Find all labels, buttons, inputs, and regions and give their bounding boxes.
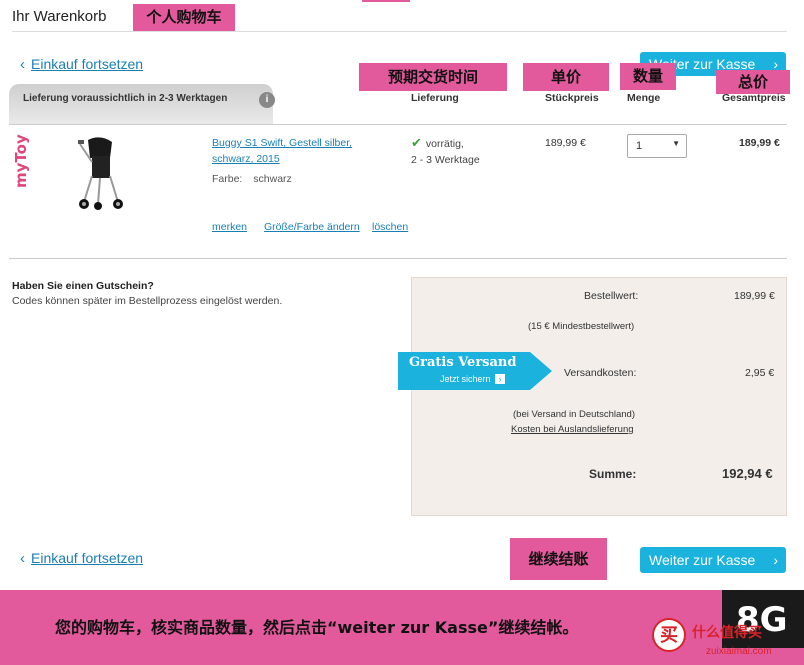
voucher-title: Haben Sie einen Gutschein? [12,280,154,292]
quantity-select[interactable]: 1 ▼ [627,134,687,158]
info-icon[interactable]: i [259,92,275,108]
watermark-text: 什么值得买 [692,624,762,640]
chevron-left-icon: ‹ [20,56,25,73]
product-image[interactable] [70,132,132,212]
order-summary-box: Bestellwert: 189,99 € (15 € Mindestbeste… [411,277,787,516]
product-color: Farbe: schwarz [212,173,292,185]
column-header-delivery: Lieferung [411,92,459,104]
product-name-link[interactable]: Buggy S1 Swift, Gestell silber, schwarz,… [212,135,352,167]
stroller-icon [78,137,123,210]
action-delete[interactable]: löschen [372,221,408,233]
banner-text: 您的购物车，核实商品数量，然后点击“weiter zur Kasse”继续结帐。 [55,618,579,637]
page-title-tag: 个人购物车 [133,4,235,31]
page-title: Ihr Warenkorb [12,8,107,25]
quantity-column-tag: 数量 [620,63,676,90]
chevron-left-icon: ‹ [20,550,25,567]
availability-info: ✔ vorrätig, 2 - 3 Werktage [411,135,480,166]
arrow-right-icon: › [495,374,506,384]
chevron-right-icon: › [773,552,778,568]
shipping-cost-label: Versandkosten: [564,367,637,379]
continue-shopping-link-top[interactable]: ‹ Einkauf fortsetzen [20,56,143,73]
column-header-total-price: Gesamtpreis [722,92,786,104]
minimum-order-note: (15 € Mindestbestellwert) [528,321,635,332]
delivery-column-tag: 预期交货时间 [359,63,507,91]
delivery-tab-text: Lieferung voraussichtlich in 2-3 Werktag… [23,93,228,104]
continue-shopping-link-bottom[interactable]: ‹ Einkauf fortsetzen [20,550,143,567]
checkout-tag: 继续结账 [510,538,607,580]
order-value: 189,99 € [734,290,775,302]
top-pink-strip [362,0,410,2]
table-header-divider [9,124,787,125]
delivery-tab: Lieferung voraussichtlich in 2-3 Werktag… [9,84,275,124]
item-total-price: 189,99 € [739,137,780,149]
shipping-cost-value: 2,95 € [745,367,775,379]
mytoys-logo-icon: myToys [12,125,30,188]
action-save[interactable]: merken [212,221,247,233]
brand-logo: myToys [12,125,34,190]
item-unit-price: 189,99 € [545,137,586,149]
free-shipping-badge[interactable]: Gratis Versand Jetzt sichern › [398,352,552,390]
svg-text:myToys: myToys [12,134,30,188]
action-change-size-color[interactable]: Größe/Farbe ändern [264,221,360,233]
check-icon: ✔ [411,135,422,150]
column-header-quantity: Menge [627,92,661,104]
dropdown-arrow-icon: ▼ [672,139,680,148]
total-price-column-tag: 总价 [716,70,790,94]
watermark-logo-icon: 买 [652,618,686,652]
abroad-shipping-link[interactable]: Kosten bei Auslandslieferung [511,424,634,435]
bottom-banner: 您的购物车，核实商品数量，然后点击“weiter zur Kasse”继续结帐。… [0,590,804,665]
voucher-text: Codes können später im Bestellprozess ei… [12,295,283,307]
unit-price-column-tag: 单价 [523,63,609,91]
watermark-url: zuixiaimai.com [706,646,772,657]
header-divider [12,31,787,32]
order-value-label: Bestellwert: [584,290,639,302]
row-divider [9,258,787,259]
shipping-germany-note: (bei Versand in Deutschland) [513,409,635,420]
checkout-button-bottom[interactable]: Weiter zur Kasse › [640,547,786,573]
sum-value: 192,94 € [722,466,773,481]
column-header-unit-price: Stückpreis [545,92,599,104]
sum-label: Summe: [589,467,637,481]
